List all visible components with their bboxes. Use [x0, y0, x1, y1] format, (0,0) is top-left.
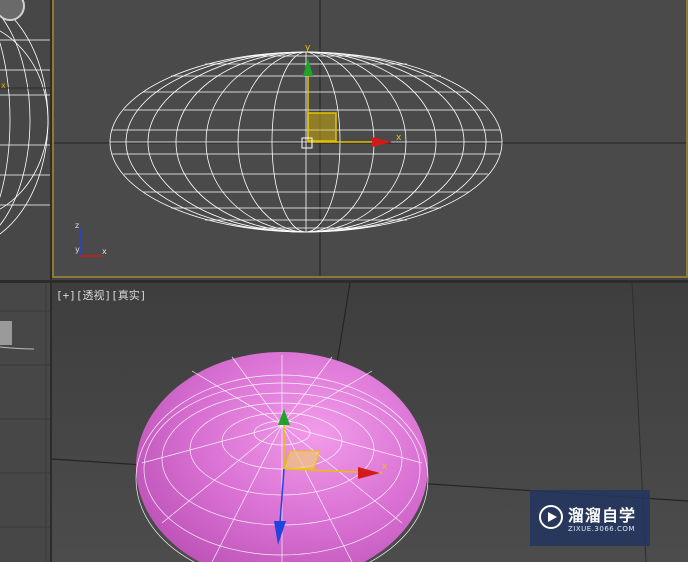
left-axis-x-label: x: [1, 81, 6, 90]
gizmo-plane: [283, 450, 321, 470]
left-viewport-top[interactable]: x: [0, 0, 50, 280]
gizmo-xy-plane: [307, 112, 337, 142]
gizmo-y-arrow-icon: [303, 58, 313, 76]
cube-icon: [0, 321, 12, 345]
viewport-divider-horizontal[interactable]: [0, 280, 688, 283]
gizmo-y-label: y: [305, 43, 311, 53]
watermark-name: 溜溜自学: [568, 506, 637, 525]
left-bottom-scene: [0, 283, 50, 562]
3d-editor-viewports: x y x z y x x [+][透视][真实] 溜溜自学 ZIXUE.306…: [0, 0, 688, 562]
viewport-menu-shading[interactable]: [真实]: [111, 289, 146, 302]
watermark-logo: 溜溜自学 ZIXUE.3066.COM: [530, 490, 650, 546]
viewport-menu-plus[interactable]: [+]: [56, 289, 76, 302]
left-viewport-bottom[interactable]: [0, 283, 50, 562]
front-viewport-scene: y x z y x: [54, 0, 686, 276]
tripod-z-label: z: [75, 221, 79, 230]
move-gizmo[interactable]: y x: [301, 43, 402, 149]
tripod-x-label: x: [102, 247, 107, 256]
tripod-y-label: y: [75, 245, 80, 254]
viewport-label: [+][透视][真实]: [56, 287, 146, 303]
front-viewport[interactable]: y x z y x: [52, 0, 688, 278]
axis-tripod-icon: z y x: [75, 221, 107, 257]
gizmo-x-label: x: [396, 133, 402, 143]
gizmo-x-arrow-icon: [372, 137, 392, 147]
viewport-menu-view[interactable]: [透视]: [76, 289, 111, 302]
perspective-x-label: x: [382, 462, 388, 472]
left-sphere-wireframe: x: [0, 0, 50, 235]
ellipsoid-wireframe: [109, 51, 503, 233]
viewcube-icon: [0, 0, 25, 21]
play-icon: [539, 505, 563, 529]
watermark-url: ZIXUE.3066.COM: [568, 525, 635, 533]
